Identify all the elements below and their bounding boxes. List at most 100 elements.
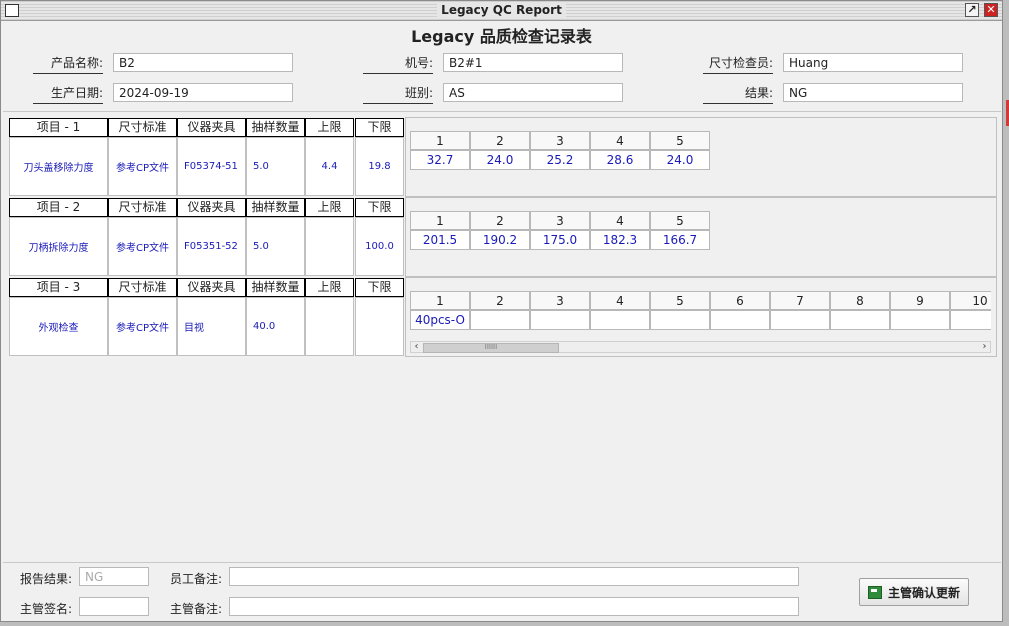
- item-3-value-cell[interactable]: [710, 310, 770, 330]
- item-1-standard: 参考CP文件: [108, 137, 177, 196]
- item-3-scroll-area[interactable]: 1 2 3 4 5 6 7 8 9 10 40pcs-O: [410, 291, 991, 341]
- scroll-right-icon[interactable]: ›: [979, 341, 990, 353]
- machine-no-field[interactable]: B2#1: [443, 53, 623, 72]
- item-3-col-header: 7: [770, 291, 830, 310]
- item-2-value-cell[interactable]: 166.7: [650, 230, 710, 250]
- item-1-col-header: 2: [470, 131, 530, 150]
- item-1-col-header: 5: [650, 131, 710, 150]
- item-2-value-cell[interactable]: 175.0: [530, 230, 590, 250]
- item-3-value-cell[interactable]: [830, 310, 890, 330]
- item-2-title: 项目 - 2: [9, 198, 108, 217]
- col-header-fixture: 仪器夹具: [177, 278, 246, 297]
- footer-divider: [3, 562, 1001, 563]
- item-2-value-cell[interactable]: 201.5: [410, 230, 470, 250]
- machine-no-label: 机号:: [363, 54, 433, 74]
- item-3-sample-qty: 40.0: [246, 297, 305, 356]
- title-bar[interactable]: Legacy QC Report ↗ ✕: [1, 1, 1002, 21]
- item-1-col-header: 4: [590, 131, 650, 150]
- confirm-button-label: 主管确认更新: [887, 585, 960, 600]
- item-2-col-header: 3: [530, 211, 590, 230]
- col-header-lower: 下限: [355, 278, 404, 297]
- item-1-value-cell[interactable]: 24.0: [470, 150, 530, 170]
- supervisor-sign-field[interactable]: [79, 597, 149, 616]
- item-1-lower: 19.8: [355, 137, 404, 196]
- item-2-upper: [305, 217, 354, 276]
- item-3-col-header: 8: [830, 291, 890, 310]
- item-3-value-cell[interactable]: [530, 310, 590, 330]
- header-divider: [3, 111, 1001, 112]
- result-field[interactable]: NG: [783, 83, 963, 102]
- item-3-col-header: 4: [590, 291, 650, 310]
- item-1-value-cell[interactable]: 32.7: [410, 150, 470, 170]
- col-header-upper: 上限: [305, 118, 354, 137]
- item-2-name: 刀柄拆除力度: [9, 217, 108, 276]
- scroll-left-icon[interactable]: ‹: [411, 341, 422, 353]
- item-3-col-header: 3: [530, 291, 590, 310]
- item-3-fixture: 目视: [177, 297, 246, 356]
- item-2-fixture: F05351-52: [177, 217, 246, 276]
- supervisor-note-field[interactable]: [229, 597, 799, 616]
- save-icon: [867, 585, 882, 599]
- col-header-sample-qty: 抽样数量: [246, 118, 305, 137]
- item-2-col-header: 2: [470, 211, 530, 230]
- supervisor-sign-label: 主管签名:: [20, 602, 73, 616]
- report-result-field[interactable]: NG: [79, 567, 149, 586]
- close-icon[interactable]: ✕: [984, 3, 998, 17]
- item-3-col-header: 10: [950, 291, 991, 310]
- item-2-col-header: 4: [590, 211, 650, 230]
- col-header-fixture: 仪器夹具: [177, 118, 246, 137]
- supervisor-note-label: 主管备注:: [170, 602, 223, 616]
- qc-report-window: Legacy QC Report ↗ ✕ Legacy 品质检查记录表 产品名称…: [0, 0, 1003, 622]
- window-title: Legacy QC Report: [437, 3, 566, 17]
- item-1-value-cell[interactable]: 24.0: [650, 150, 710, 170]
- col-header-upper: 上限: [305, 278, 354, 297]
- item-1-sample-qty: 5.0: [246, 137, 305, 196]
- col-header-fixture: 仪器夹具: [177, 198, 246, 217]
- item-3-title: 项目 - 3: [9, 278, 108, 297]
- item-1-value-cell[interactable]: 28.6: [590, 150, 650, 170]
- maximize-icon[interactable]: ↗: [965, 3, 979, 17]
- item-1-fixture: F05374-51: [177, 137, 246, 196]
- item-3-lower: [355, 297, 404, 356]
- col-header-lower: 下限: [355, 118, 404, 137]
- item-1-name: 刀头盖移除力度: [9, 137, 108, 196]
- item-2-col-header: 1: [410, 211, 470, 230]
- col-header-standard: 尺寸标准: [108, 198, 177, 217]
- item-3-col-header: 9: [890, 291, 950, 310]
- item-3-value-cell[interactable]: [470, 310, 530, 330]
- item-3-horizontal-scrollbar[interactable]: ‹ IIIIII ›: [410, 341, 991, 353]
- inspector-field[interactable]: Huang: [783, 53, 963, 72]
- item-2-value-cell[interactable]: 182.3: [590, 230, 650, 250]
- item-2-lower: 100.0: [355, 217, 404, 276]
- item-3-value-cell[interactable]: 40pcs-O: [410, 310, 470, 330]
- item-1-col-header: 3: [530, 131, 590, 150]
- supervisor-confirm-update-button[interactable]: 主管确认更新: [859, 578, 969, 606]
- report-result-label: 报告结果:: [20, 572, 73, 586]
- prod-date-label: 生产日期:: [33, 84, 103, 104]
- item-3-col-header: 6: [710, 291, 770, 310]
- item-2-value-cell[interactable]: 190.2: [470, 230, 530, 250]
- shift-field[interactable]: AS: [443, 83, 623, 102]
- item-3-standard: 参考CP文件: [108, 297, 177, 356]
- item-3-value-cell[interactable]: [950, 310, 991, 330]
- employee-note-field[interactable]: [229, 567, 799, 586]
- prod-date-field[interactable]: 2024-09-19: [113, 83, 293, 102]
- item-1-value-cell[interactable]: 25.2: [530, 150, 590, 170]
- item-2-sample-qty: 5.0: [246, 217, 305, 276]
- col-header-standard: 尺寸标准: [108, 278, 177, 297]
- col-header-sample-qty: 抽样数量: [246, 278, 305, 297]
- product-name-field[interactable]: B2: [113, 53, 293, 72]
- page-title: Legacy 品质检查记录表: [411, 27, 592, 46]
- item-3-col-header: 5: [650, 291, 710, 310]
- item-1-col-header: 1: [410, 131, 470, 150]
- employee-note-label: 员工备注:: [170, 572, 223, 586]
- item-1-title: 项目 - 1: [9, 118, 108, 137]
- item-3-value-cell[interactable]: [770, 310, 830, 330]
- item-3-value-cell[interactable]: [650, 310, 710, 330]
- product-name-label: 产品名称:: [33, 54, 103, 74]
- item-3-value-cell[interactable]: [590, 310, 650, 330]
- col-header-upper: 上限: [305, 198, 354, 217]
- scroll-thumb[interactable]: IIIIII: [423, 343, 559, 353]
- item-3-value-cell[interactable]: [890, 310, 950, 330]
- inspector-label: 尺寸检查员:: [703, 54, 773, 74]
